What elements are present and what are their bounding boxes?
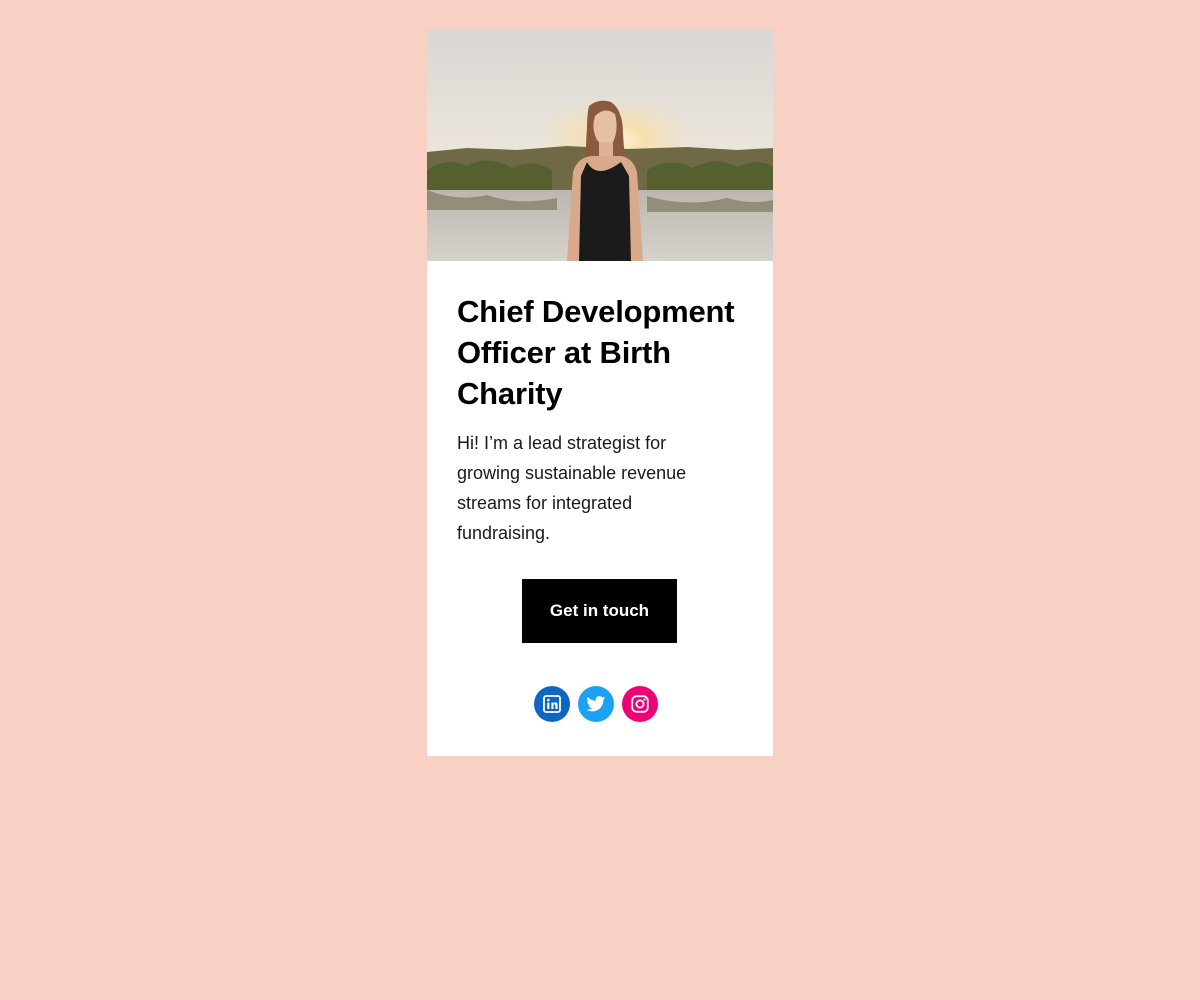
twitter-link[interactable] <box>578 686 614 722</box>
profile-title: Chief Development Officer at Birth Chari… <box>457 294 735 411</box>
profile-bio: Hi! I’m a lead strategist for growing su… <box>457 433 687 543</box>
instagram-icon <box>631 695 649 713</box>
instagram-link[interactable] <box>622 686 658 722</box>
linkedin-icon <box>543 695 561 713</box>
twitter-icon <box>586 695 606 713</box>
linkedin-link[interactable] <box>534 686 570 722</box>
get-in-touch-button[interactable]: Get in touch <box>522 579 677 643</box>
profile-card: Chief Development Officer at Birth Chari… <box>427 30 773 756</box>
profile-photo <box>427 30 773 261</box>
